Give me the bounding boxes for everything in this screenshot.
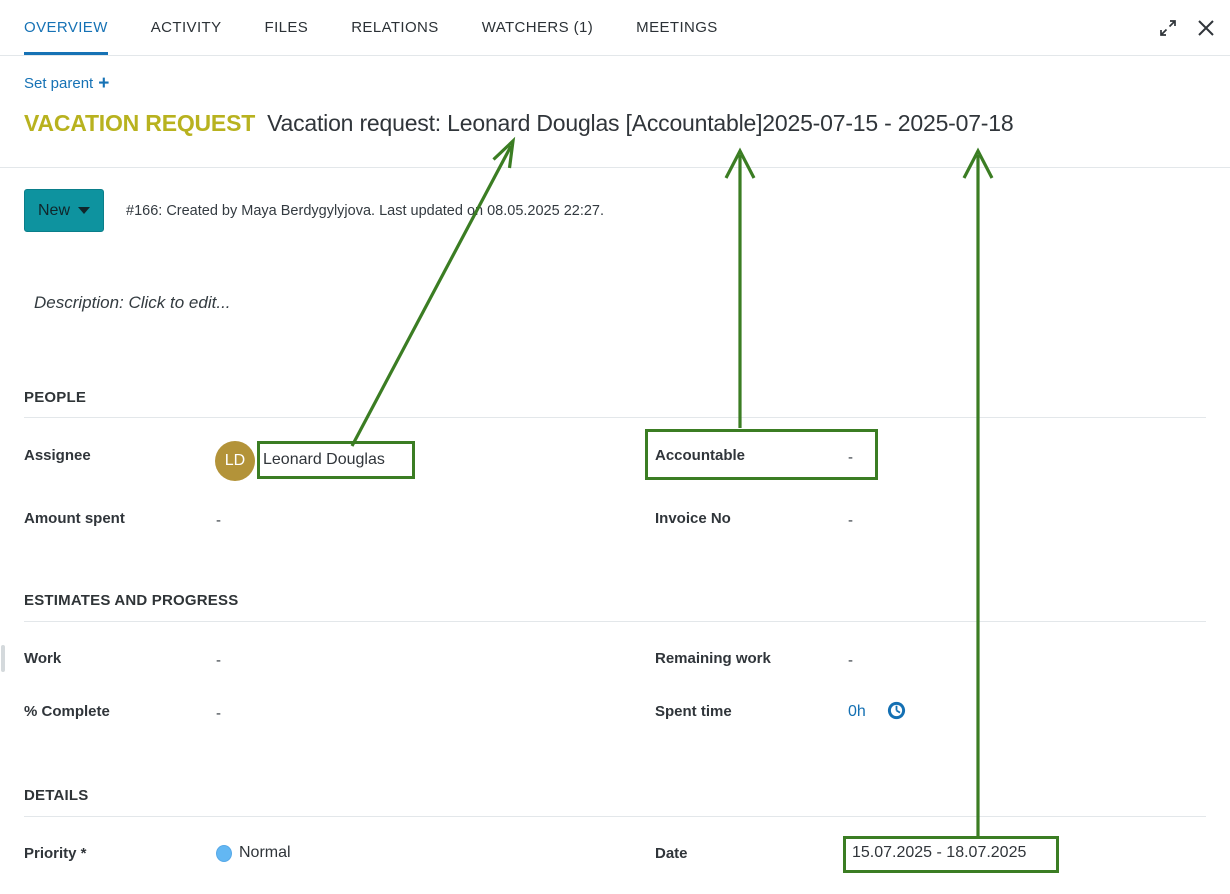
work-label: Work [24, 650, 204, 667]
priority-value[interactable]: Normal [216, 844, 291, 862]
invoice-no-label: Invoice No [655, 510, 840, 527]
tab-actions [1156, 0, 1218, 56]
avatar[interactable]: LD [215, 441, 255, 481]
percent-complete-label: % Complete [24, 703, 204, 720]
work-value[interactable]: - [216, 652, 221, 669]
date-value[interactable]: 15.07.2025 - 18.07.2025 [852, 844, 1026, 862]
work-package-panel: OVERVIEW ACTIVITY FILES RELATIONS WATCHE… [0, 0, 1230, 894]
divider [24, 621, 1206, 622]
close-icon[interactable] [1194, 16, 1218, 40]
section-details-title: DETAILS [24, 787, 88, 804]
log-time-clock-icon[interactable] [886, 700, 907, 726]
tab-list: OVERVIEW ACTIVITY FILES RELATIONS WATCHE… [24, 0, 718, 55]
priority-label: Priority * [24, 845, 204, 862]
section-people-title: PEOPLE [24, 389, 86, 406]
status-dropdown-button[interactable]: New [24, 189, 104, 232]
spent-time-label: Spent time [655, 703, 840, 720]
work-package-type[interactable]: VACATION REQUEST [24, 110, 255, 136]
divider [0, 167, 1230, 168]
created-updated-meta: #166: Created by Maya Berdygylyjova. Las… [126, 203, 604, 219]
divider [24, 816, 1206, 817]
description-placeholder[interactable]: Description: Click to edit... [34, 293, 231, 313]
section-estimates-title: ESTIMATES AND PROGRESS [24, 592, 238, 609]
tab-activity[interactable]: ACTIVITY [151, 0, 222, 55]
tab-bar: OVERVIEW ACTIVITY FILES RELATIONS WATCHE… [0, 0, 1230, 56]
tab-watchers[interactable]: WATCHERS (1) [482, 0, 593, 55]
assignee-value[interactable]: Leonard Douglas [263, 451, 385, 469]
percent-complete-value[interactable]: - [216, 705, 221, 722]
priority-dot-icon [216, 845, 232, 862]
scrollbar-thumb[interactable] [1, 645, 5, 672]
tab-files[interactable]: FILES [265, 0, 309, 55]
amount-spent-value[interactable]: - [216, 512, 221, 529]
status-label: New [38, 202, 70, 220]
tab-meetings[interactable]: MEETINGS [636, 0, 718, 55]
tab-relations[interactable]: RELATIONS [351, 0, 439, 55]
work-package-title[interactable]: Vacation request: Leonard Douglas [Accou… [267, 110, 1013, 136]
divider [24, 417, 1206, 418]
chevron-down-icon [78, 207, 90, 214]
title-row: VACATION REQUEST Vacation request: Leonar… [24, 110, 1206, 137]
remaining-work-label: Remaining work [655, 650, 840, 667]
remaining-work-value[interactable]: - [848, 652, 853, 669]
accountable-value[interactable]: - [848, 449, 853, 466]
expand-fullscreen-icon[interactable] [1156, 16, 1180, 40]
amount-spent-label: Amount spent [24, 510, 204, 527]
set-parent-label: Set parent [24, 75, 93, 92]
spent-time-value[interactable]: 0h [848, 703, 866, 721]
set-parent-button[interactable]: Set parent + [24, 75, 109, 92]
date-label: Date [655, 845, 840, 862]
invoice-no-value[interactable]: - [848, 512, 853, 529]
assignee-label: Assignee [24, 447, 204, 464]
priority-text: Normal [239, 844, 291, 862]
accountable-label: Accountable [655, 447, 840, 464]
tab-overview[interactable]: OVERVIEW [24, 0, 108, 55]
plus-icon: + [98, 77, 109, 91]
